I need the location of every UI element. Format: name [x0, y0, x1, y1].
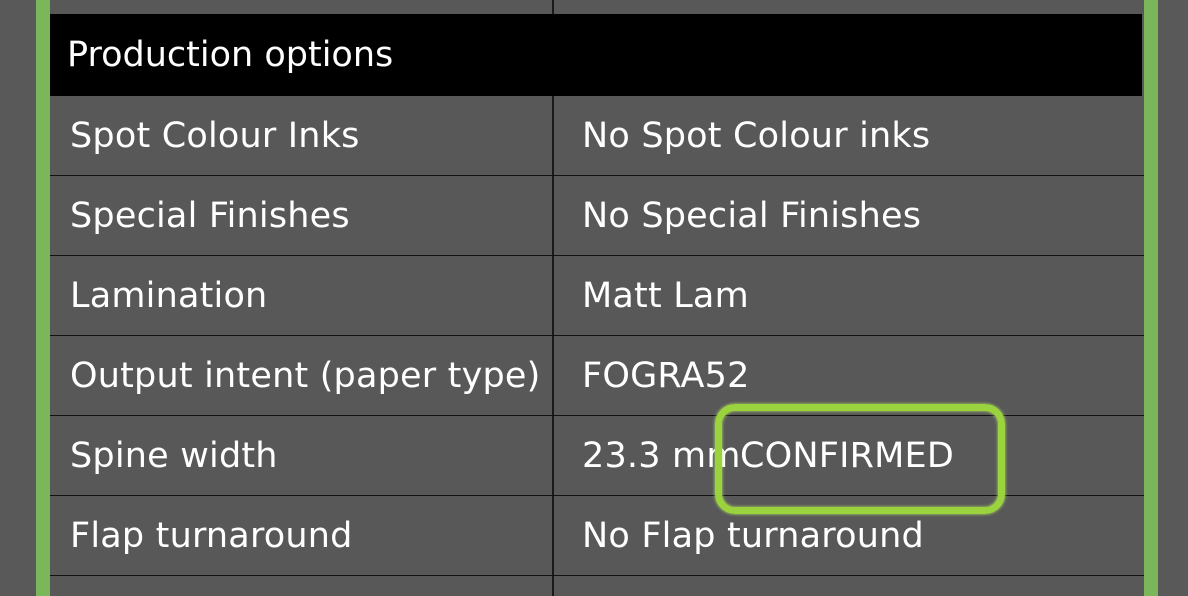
- table-row: Lamination Matt Lam: [50, 256, 1144, 336]
- table-row: Spine width 23.3 mm CONFIRMED: [50, 416, 1144, 496]
- column-divider: [552, 336, 554, 415]
- row-value: No Flap turnaround: [582, 515, 924, 556]
- right-accent-border: [1144, 0, 1158, 596]
- column-divider: [552, 176, 554, 255]
- column-divider: [552, 256, 554, 335]
- row-label: Special Finishes: [70, 195, 350, 236]
- production-options-table: Production options Spot Colour Inks No S…: [50, 0, 1144, 596]
- row-label: Output intent (paper type): [70, 355, 541, 396]
- row-label: Lamination: [70, 275, 268, 316]
- row-value: 23.3 mm: [582, 435, 741, 476]
- row-label: Spot Colour Inks: [70, 115, 360, 156]
- column-divider: [552, 0, 554, 14]
- left-accent-border: [36, 0, 50, 596]
- table-row-partial-top: [50, 0, 1144, 14]
- production-options-panel: Production options Spot Colour Inks No S…: [0, 0, 1188, 596]
- row-value: Matt Lam: [582, 275, 749, 316]
- table-row: Output intent (paper type) FOGRA52: [50, 336, 1144, 416]
- section-header: Production options: [50, 14, 1142, 96]
- row-value: No Spot Colour inks: [582, 115, 931, 156]
- row-label: Spine width: [70, 435, 278, 476]
- row-label: Flap turnaround: [70, 515, 353, 556]
- table-row: Spot Colour Inks No Spot Colour inks: [50, 96, 1144, 176]
- table-row-partial-bottom: [50, 576, 1144, 596]
- confirmed-annotation: CONFIRMED: [740, 435, 955, 476]
- row-value: No Special Finishes: [582, 195, 922, 236]
- column-divider: [552, 576, 554, 596]
- column-divider: [552, 496, 554, 575]
- table-row: Flap turnaround No Flap turnaround: [50, 496, 1144, 576]
- column-divider: [552, 96, 554, 175]
- row-value: FOGRA52: [582, 355, 750, 396]
- table-row: Special Finishes No Special Finishes: [50, 176, 1144, 256]
- column-divider: [552, 416, 554, 495]
- section-title: Production options: [67, 35, 394, 75]
